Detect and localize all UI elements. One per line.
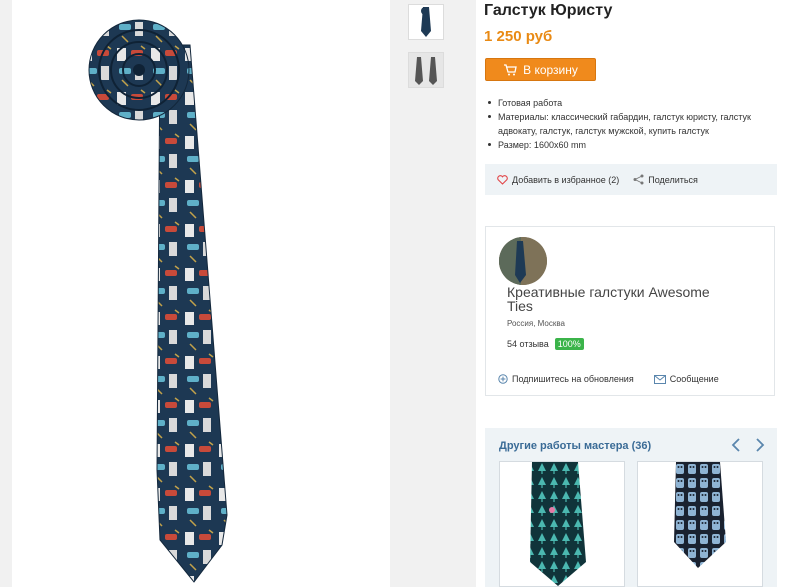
subscribe-label: Подпишитесь на обновления xyxy=(512,374,634,384)
avatar-image xyxy=(499,237,547,285)
share-button[interactable]: Поделиться xyxy=(633,174,698,185)
rating-badge: 100% xyxy=(554,338,584,350)
product-details: Готовая работа Материалы: классический г… xyxy=(488,96,774,152)
message-button[interactable]: Сообщение xyxy=(653,374,719,384)
seller-card: Креативные галстуки Awesome Ties Россия,… xyxy=(485,226,775,396)
thumbnail-2[interactable] xyxy=(408,52,444,88)
other-work-item-1[interactable] xyxy=(499,461,625,587)
share-bar: Добавить в избранное (2) Поделиться xyxy=(485,164,777,195)
other-works-section: Другие работы мастера (36) xyxy=(485,428,777,587)
seller-actions: Подпишитесь на обновления Сообщение xyxy=(498,374,719,384)
thumbnail-tie-icon xyxy=(421,7,431,37)
seller-reviews: 54 отзыва 100% xyxy=(507,338,584,350)
reviews-count[interactable]: 54 отзыва xyxy=(507,339,549,349)
thumbnail-list xyxy=(408,4,446,100)
heart-icon xyxy=(497,174,508,185)
tie-thumbnail-1 xyxy=(530,462,586,586)
thumbnail-ties-icon xyxy=(409,53,443,87)
add-to-cart-label: В корзину xyxy=(523,62,578,77)
share-label: Поделиться xyxy=(648,174,698,185)
share-icon xyxy=(633,174,644,185)
chevron-right-icon[interactable] xyxy=(751,436,767,454)
tie-image xyxy=(88,19,228,583)
main-product-photo[interactable] xyxy=(12,0,390,587)
detail-item-ready: Готовая работа xyxy=(488,96,774,110)
favorites-label: Добавить в избранное (2) xyxy=(512,174,620,185)
add-to-cart-button[interactable]: В корзину xyxy=(485,58,596,81)
product-title: Галстук Юристу xyxy=(484,2,613,19)
chevron-left-icon[interactable] xyxy=(729,436,745,454)
product-price: 1 250 руб xyxy=(484,28,553,45)
other-works-title[interactable]: Другие работы мастера (36) xyxy=(499,440,651,452)
cart-icon xyxy=(504,63,517,75)
other-work-item-2[interactable] xyxy=(637,461,763,587)
thumbnail-1[interactable] xyxy=(408,4,444,40)
seller-shop-name[interactable]: Креативные галстуки Awesome Ties xyxy=(507,285,737,313)
seller-location: Россия, Москва xyxy=(507,319,565,328)
add-to-favorites-button[interactable]: Добавить в избранное (2) xyxy=(497,175,619,185)
subscribe-button[interactable]: Подпишитесь на обновления xyxy=(498,374,634,384)
tie-thumbnail-2 xyxy=(674,462,726,568)
envelope-icon xyxy=(653,374,666,384)
seller-avatar[interactable] xyxy=(499,237,547,285)
detail-item-size: Размер: 1600x60 mm xyxy=(488,138,774,152)
message-label: Сообщение xyxy=(669,374,719,384)
detail-item-materials: Материалы: классический габардин, галсту… xyxy=(488,110,774,138)
plus-circle-icon xyxy=(498,374,508,384)
